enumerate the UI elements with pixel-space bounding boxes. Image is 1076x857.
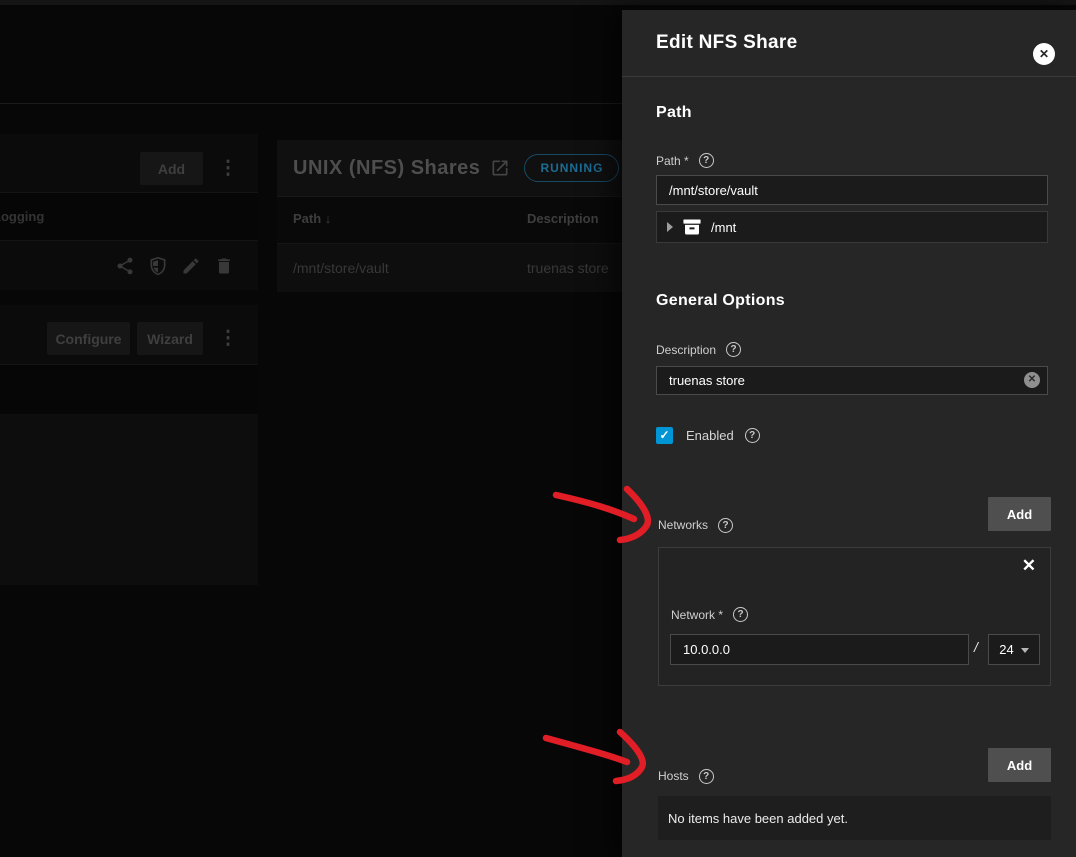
column-header-description[interactable]: Description — [527, 211, 599, 226]
nfs-card-header: UNIX (NFS) Shares RUNNING — [277, 140, 630, 196]
close-icon[interactable]: ✕ — [1033, 43, 1055, 65]
blocked-tasks-card: Add ⋮ Logging — [0, 134, 258, 290]
logging-label: Logging — [0, 193, 258, 240]
wizard-button-dimmed[interactable]: Wizard — [137, 322, 203, 355]
networks-label-row: Networks ? — [658, 508, 733, 542]
table-row[interactable]: /mnt/store/vault truenas store — [277, 243, 630, 292]
chevron-down-icon — [1021, 648, 1029, 653]
sort-desc-icon[interactable]: ↓ — [325, 211, 332, 226]
open-in-new-icon[interactable] — [490, 158, 510, 178]
configure-button-dimmed[interactable]: Configure — [47, 322, 130, 355]
edit-nfs-share-panel: Edit NFS Share ✕ Path Path * ? /mnt Gene… — [622, 10, 1076, 857]
enabled-label: Enabled — [686, 428, 734, 443]
nfs-table-header: Path ↓ Description — [277, 196, 630, 243]
table-row — [0, 364, 258, 414]
cell-path: /mnt/store/vault — [293, 260, 389, 276]
column-label: Path — [293, 211, 321, 226]
running-status-badge: RUNNING — [524, 154, 619, 182]
dataset-icon — [682, 217, 702, 237]
expand-caret-icon[interactable] — [667, 222, 673, 232]
path-input[interactable] — [656, 175, 1048, 205]
help-icon[interactable]: ? — [733, 607, 748, 622]
cidr-separator: / — [974, 639, 978, 655]
network-entry-card: ✕ Network * ? / 24 — [658, 547, 1051, 686]
panel-title: Edit NFS Share — [656, 32, 797, 54]
cell-description: truenas store — [527, 260, 609, 276]
help-icon[interactable]: ? — [726, 342, 741, 357]
general-options-heading: General Options — [656, 292, 785, 310]
header-divider — [0, 103, 622, 104]
card-toolbar: Add ⋮ — [0, 134, 258, 192]
help-icon[interactable]: ? — [699, 769, 714, 784]
hosts-add-button[interactable]: Add — [988, 748, 1051, 782]
description-input-wrap: ✕ — [656, 366, 1048, 395]
nfs-card-title: UNIX (NFS) Shares — [293, 157, 480, 180]
path-section-heading: Path — [656, 104, 692, 122]
description-field-label: Description — [656, 343, 716, 357]
panel-header: Edit NFS Share ✕ — [622, 10, 1076, 77]
remove-network-icon[interactable]: ✕ — [1022, 556, 1036, 576]
column-header-path[interactable]: Path ↓ — [293, 211, 331, 226]
prefix-value: 24 — [999, 642, 1013, 657]
clear-icon[interactable]: ✕ — [1024, 372, 1040, 388]
hosts-label-row: Hosts ? — [658, 759, 714, 793]
networks-label: Networks — [658, 518, 708, 532]
network-field-label: Network * — [671, 608, 723, 622]
more-vert-icon[interactable]: ⋮ — [216, 322, 240, 355]
top-bar — [0, 0, 1076, 5]
hosts-arrow-shaft — [546, 738, 627, 762]
delete-icon[interactable] — [214, 256, 234, 276]
add-button-dimmed[interactable]: Add — [140, 152, 203, 185]
networks-add-button[interactable]: Add — [988, 497, 1051, 531]
network-input[interactable] — [670, 634, 969, 665]
share-icon[interactable] — [115, 256, 135, 276]
card-body — [0, 414, 258, 585]
edit-icon[interactable] — [181, 256, 201, 276]
more-vert-icon[interactable]: ⋮ — [216, 152, 240, 185]
description-label-row: Description ? — [656, 342, 741, 357]
empty-state-text: No items have been added yet. — [668, 811, 848, 826]
card-toolbar: Configure Wizard ⋮ — [0, 305, 258, 364]
row-actions — [0, 240, 258, 290]
description-input[interactable] — [656, 366, 1048, 395]
path-field-label: Path * — [656, 154, 689, 168]
help-icon[interactable]: ? — [718, 518, 733, 533]
table-row: Logging — [0, 192, 258, 240]
help-icon[interactable]: ? — [745, 428, 760, 443]
prefix-select[interactable]: 24 — [988, 634, 1040, 665]
path-label-row: Path * ? — [656, 153, 714, 168]
nfs-shares-card: UNIX (NFS) Shares RUNNING Path ↓ Descrip… — [277, 140, 630, 292]
enabled-row: ✓ Enabled ? — [656, 427, 760, 444]
dataset-tree-node[interactable]: /mnt — [656, 211, 1048, 243]
tree-node-label: /mnt — [711, 220, 736, 235]
network-label-row: Network * ? — [671, 607, 748, 622]
iscsi-card: Configure Wizard ⋮ — [0, 305, 258, 585]
hosts-empty-state: No items have been added yet. — [658, 796, 1051, 840]
hosts-label: Hosts — [658, 769, 689, 783]
shield-icon[interactable] — [148, 256, 168, 276]
help-icon[interactable]: ? — [699, 153, 714, 168]
enabled-checkbox[interactable]: ✓ — [656, 427, 673, 444]
